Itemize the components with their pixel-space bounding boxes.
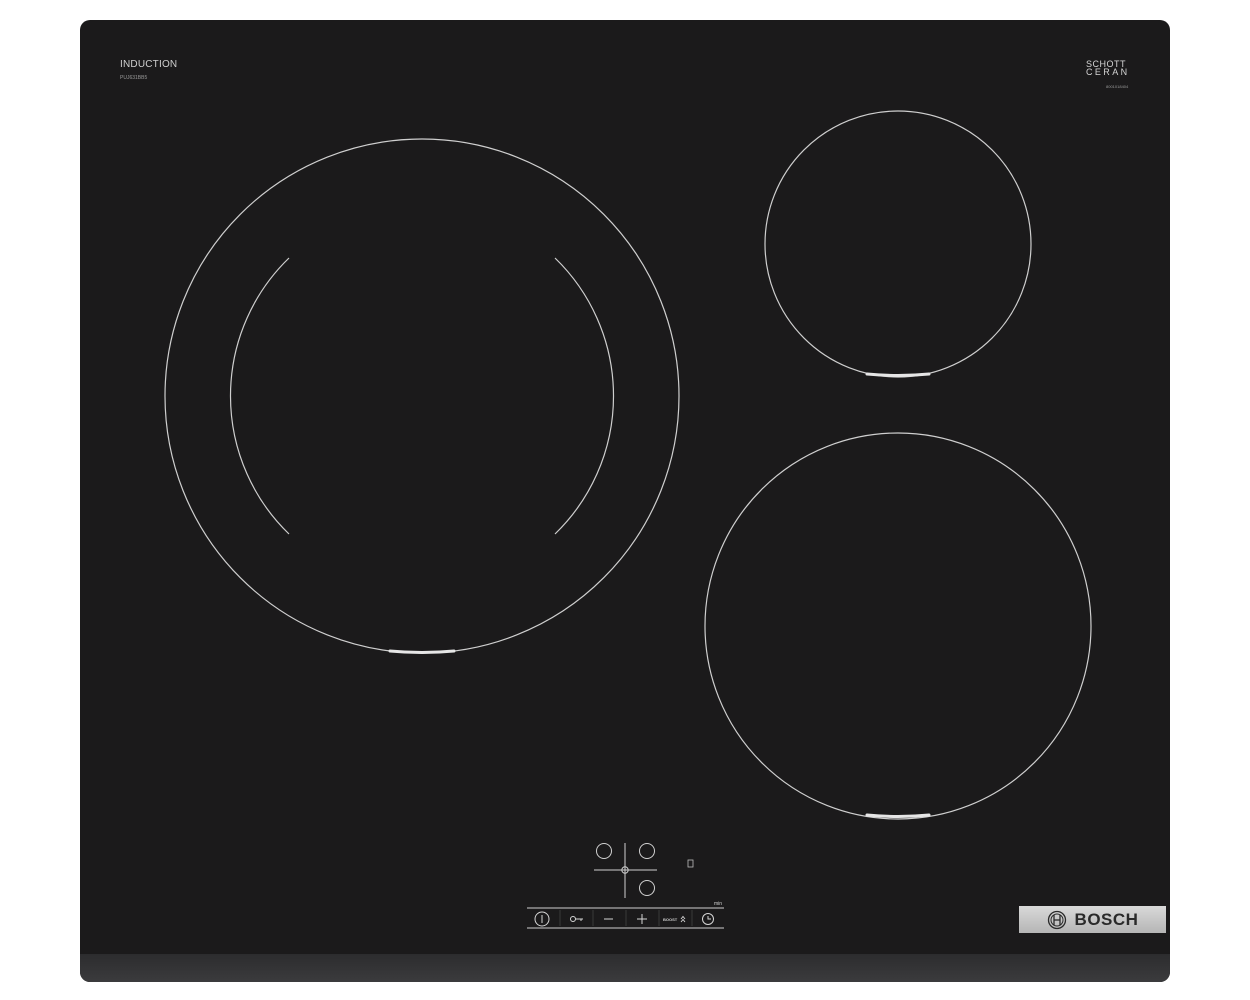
boost-icon[interactable] (680, 915, 686, 923)
large-zone-inner-arc-left (229, 257, 290, 535)
medium-zone-indicator (865, 813, 931, 818)
cooking-zones (164, 110, 1092, 929)
cooktop-bottom-edge (80, 954, 1170, 982)
plus-icon[interactable] (637, 914, 647, 924)
zone-select-small-icon[interactable] (639, 843, 655, 859)
power-icon[interactable] (534, 911, 550, 927)
bosch-logo-icon (1047, 910, 1066, 929)
medium-zone-ring (704, 432, 1092, 820)
side-indicator-icon (687, 859, 694, 868)
timer-icon[interactable] (702, 913, 714, 925)
large-zone-outer-ring (164, 138, 680, 654)
lock-icon[interactable] (570, 916, 584, 922)
induction-cooktop: INDUCTION PUJ631BB5 SCHOTT CERAN 8001018… (80, 20, 1170, 982)
brand-name: BOSCH (1074, 909, 1139, 929)
timer-unit-label: min (714, 901, 723, 907)
small-zone-indicator (865, 372, 931, 377)
small-zone-ring (764, 110, 1032, 378)
boost-label: BOOST (663, 917, 678, 922)
zone-select-large-icon[interactable] (596, 843, 612, 859)
large-zone-inner-arc-right (554, 257, 615, 535)
control-bar (527, 907, 724, 929)
bosch-badge: BOSCH (1019, 906, 1166, 933)
zone-selector (594, 843, 657, 898)
zone-select-medium-icon[interactable] (639, 880, 655, 896)
large-zone-indicator (388, 649, 456, 654)
